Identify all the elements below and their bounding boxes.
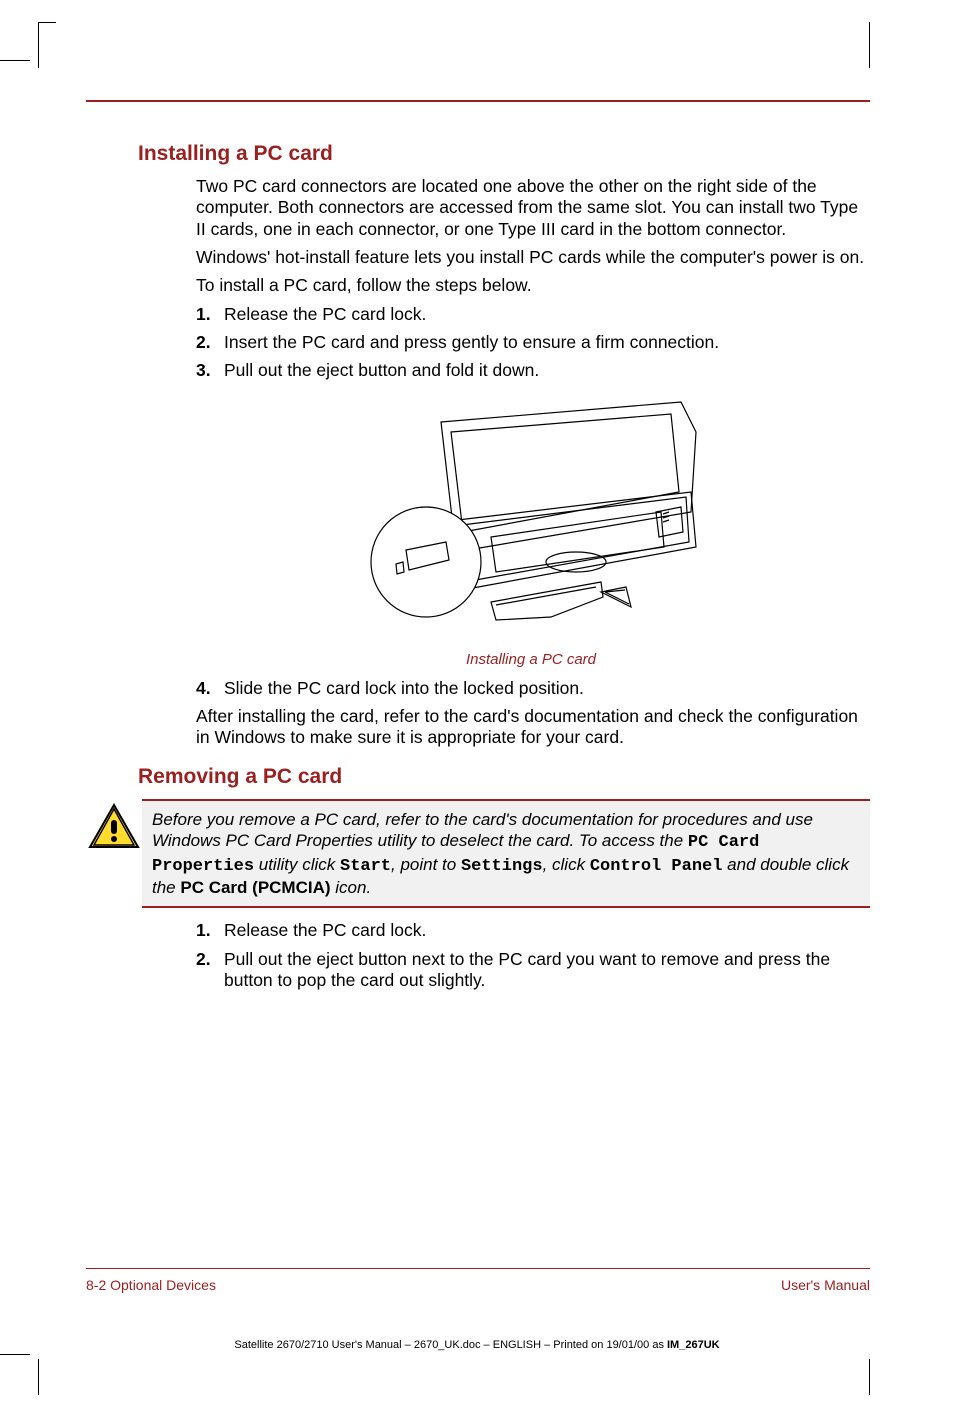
crop-mark bbox=[38, 22, 56, 68]
step-text: Pull out the eject button and fold it do… bbox=[224, 360, 539, 380]
caution-icon bbox=[86, 799, 142, 849]
step-text: Insert the PC card and press gently to e… bbox=[224, 332, 719, 352]
list-item: 2.Pull out the eject button next to the … bbox=[196, 949, 866, 992]
paragraph: Two PC card connectors are located one a… bbox=[196, 176, 866, 240]
caution-mono: Settings bbox=[461, 857, 543, 876]
remove-steps: 1.Release the PC card lock. 2.Pull out t… bbox=[196, 920, 866, 991]
caution-fragment: utility click bbox=[254, 855, 340, 874]
paragraph: After installing the card, refer to the … bbox=[196, 706, 866, 749]
imprint-line: Satellite 2670/2710 User's Manual – 2670… bbox=[0, 1339, 954, 1351]
crop-mark bbox=[38, 1359, 39, 1395]
step-text: Slide the PC card lock into the locked p… bbox=[224, 678, 584, 698]
crop-mark bbox=[0, 1354, 30, 1355]
footer-right: User's Manual bbox=[781, 1277, 870, 1293]
figure-install-pc-card: Installing a PC card bbox=[196, 392, 866, 668]
step-text: Release the PC card lock. bbox=[224, 920, 426, 940]
crop-mark bbox=[869, 1359, 870, 1395]
laptop-pc-card-illustration bbox=[351, 392, 711, 642]
list-item: 2.Insert the PC card and press gently to… bbox=[196, 332, 866, 353]
caution-mono: Start bbox=[340, 857, 391, 876]
list-item: 3.Pull out the eject button and fold it … bbox=[196, 360, 866, 381]
page-content: Installing a PC card Two PC card connect… bbox=[86, 100, 870, 1315]
list-item: 4.Slide the PC card lock into the locked… bbox=[196, 678, 866, 699]
crop-mark bbox=[0, 60, 30, 61]
paragraph: Windows' hot-install feature lets you in… bbox=[196, 247, 866, 268]
caution-block: Before you remove a PC card, refer to th… bbox=[86, 799, 870, 909]
imprint-code: IM_267UK bbox=[667, 1339, 720, 1351]
imprint-text: Satellite 2670/2710 User's Manual – 2670… bbox=[234, 1339, 667, 1351]
caution-bold: PC Card (PCMCIA) bbox=[180, 878, 330, 897]
paragraph: To install a PC card, follow the steps b… bbox=[196, 275, 866, 296]
caution-text: Before you remove a PC card, refer to th… bbox=[142, 799, 870, 909]
install-steps-b: 4.Slide the PC card lock into the locked… bbox=[196, 678, 866, 699]
page-footer: 8-2 Optional Devices User's Manual bbox=[86, 1277, 870, 1293]
step-text: Pull out the eject button next to the PC… bbox=[224, 949, 830, 990]
install-steps-a: 1.Release the PC card lock. 2.Insert the… bbox=[196, 304, 866, 382]
header-rule bbox=[86, 100, 870, 102]
caution-fragment: icon. bbox=[331, 878, 372, 897]
heading-removing: Removing a PC card bbox=[138, 765, 866, 789]
list-item: 1.Release the PC card lock. bbox=[196, 304, 866, 325]
list-item: 1.Release the PC card lock. bbox=[196, 920, 866, 941]
heading-installing: Installing a PC card bbox=[138, 142, 866, 166]
crop-mark bbox=[869, 22, 870, 68]
figure-caption: Installing a PC card bbox=[196, 651, 866, 668]
caution-fragment: , click bbox=[543, 855, 590, 874]
caution-fragment: , point to bbox=[391, 855, 461, 874]
caution-mono: Control Panel bbox=[590, 857, 723, 876]
footer-rule bbox=[86, 1268, 870, 1269]
step-text: Release the PC card lock. bbox=[224, 304, 426, 324]
footer-left: 8-2 Optional Devices bbox=[86, 1277, 216, 1293]
